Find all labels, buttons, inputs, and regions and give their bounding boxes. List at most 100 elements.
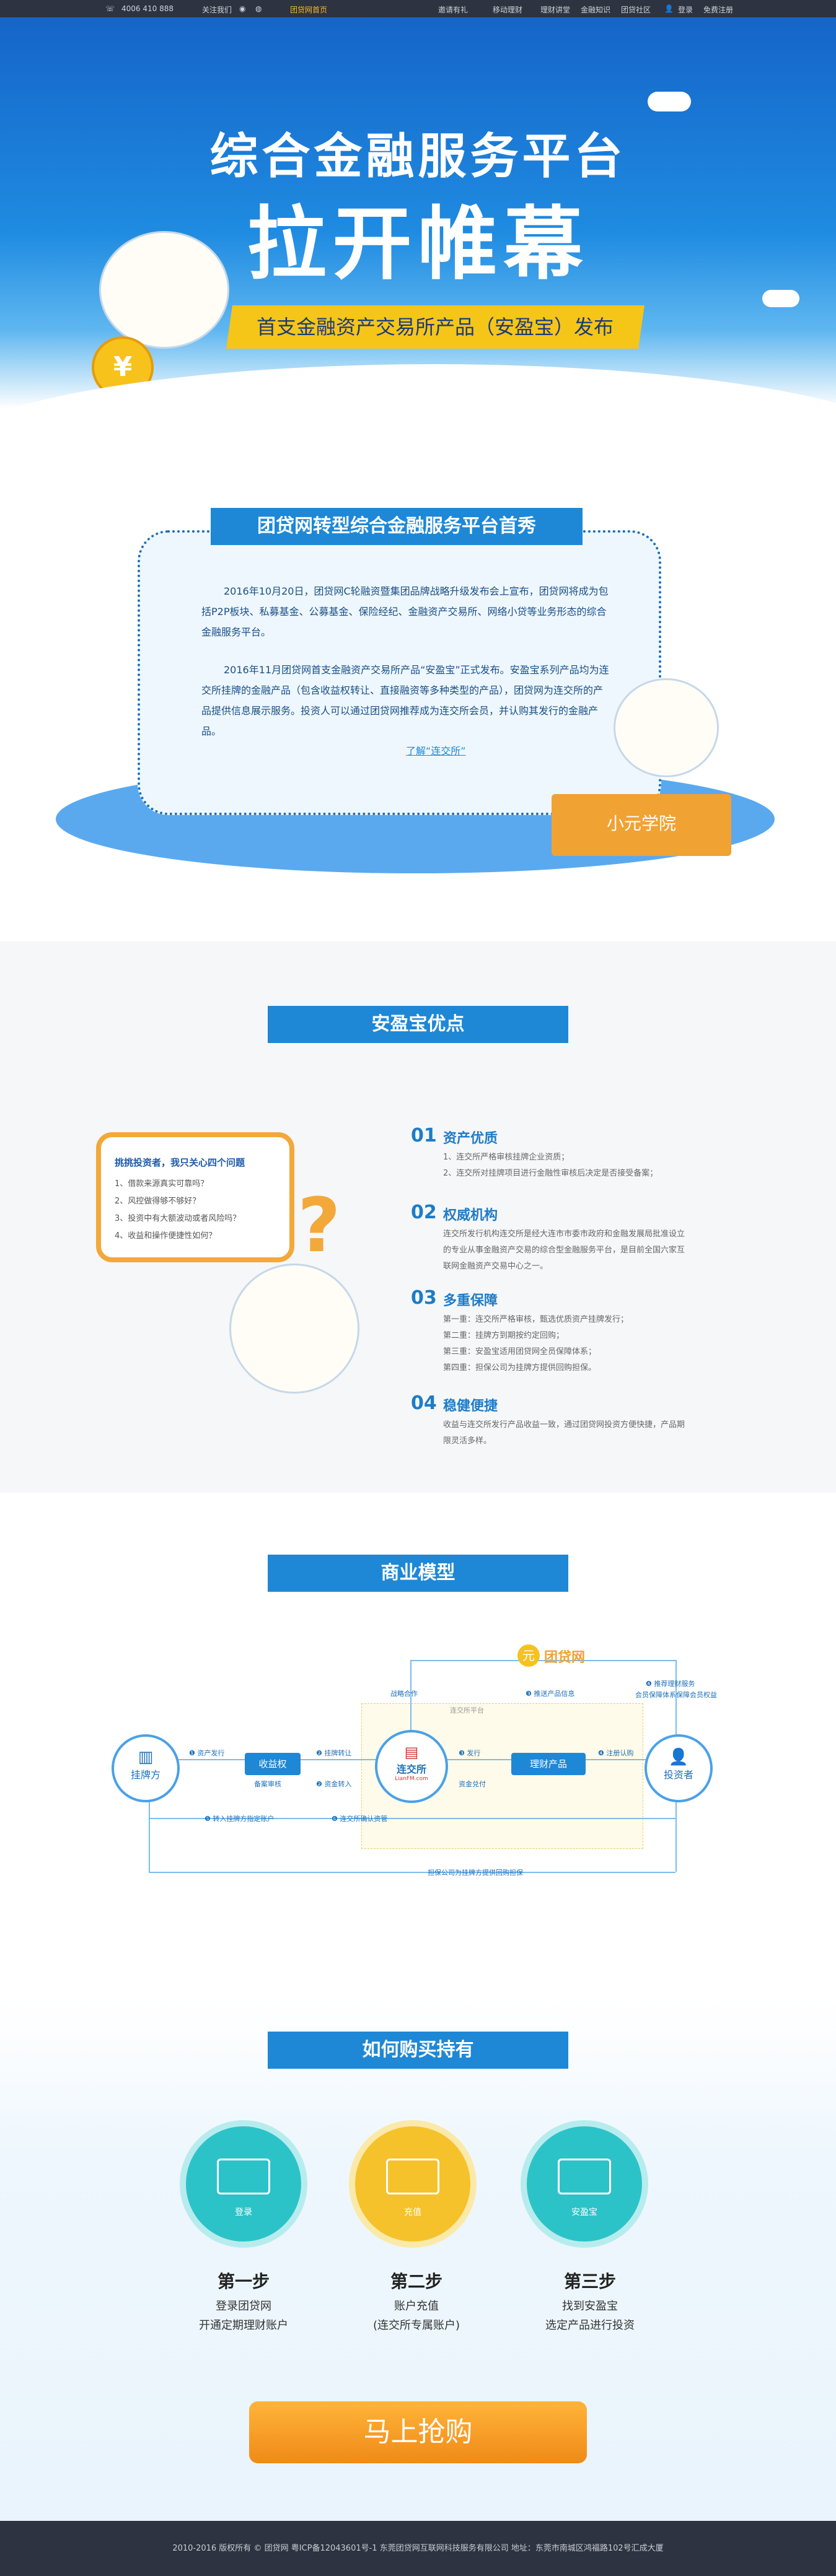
weibo-icon[interactable]: ◉ [239,4,245,13]
step-2-desc: (连交所专属账户) [372,2319,460,2332]
search-icon [558,2159,611,2194]
buy-now-button[interactable]: 马上抢购 [249,2401,587,2463]
step-3-icon-label: 安盈宝 [571,2207,597,2217]
step-3-title: 第三步 [563,2271,616,2292]
advantage-line: 第三重：安盈宝适用团贷网全员保障体系； [443,1347,597,1356]
advantage-title: 稳健便捷 [443,1399,498,1414]
listing-party-label: 挂牌方 [130,1769,161,1781]
advantages-title: 安盈宝优点 [249,1006,587,1044]
advantage-line: 的专业从事金融资产交易的综合型金融服务平台，是目前全国六家互 [443,1246,685,1255]
bubble-item: 4、收益和操作便捷性如何？ [115,1231,217,1241]
intro-section: 团贷网转型综合金融服务平台首秀 2016年10月20日，团贷网C轮融资暨集团品牌… [0,409,836,941]
investor-label: 投资者 [663,1769,693,1781]
intro-title: 团贷网转型综合金融服务平台首秀 [192,508,601,546]
advantage-number: 01 [411,1125,437,1146]
investor-node: 👤 投资者 [645,1734,713,1802]
listing-party-node: ▥ 挂牌方 [112,1734,180,1802]
bubble-item: 3、投资中有大额波动或者风险吗？ [115,1214,241,1223]
cat-thinking-icon [229,1264,359,1394]
brand-link[interactable]: 团贷网首页 [290,4,327,15]
step-1-icon-label: 登录 [235,2207,252,2217]
bubble-title: 挑挑投资者，我只关心四个问题 [115,1157,245,1168]
flow-label: 战略合作 [390,1690,418,1698]
footer: 2010-2016 版权所有 © 团贷网 粤ICP备12043601号-1 东莞… [0,2521,836,2576]
step-3-desc: 选定产品进行投资 [545,2319,635,2332]
flow-label: ❹ 推荐理财服务 [646,1680,695,1688]
exchange-label: 连交所 [396,1763,426,1775]
cloud-icon [648,92,691,111]
advantage-line: 第二重：挂牌方到期按约定回购； [443,1331,565,1340]
flow-label: 备案审核 [254,1780,281,1788]
hero-title: 综合金融服务平台 [209,129,627,185]
flow-label: 会员保障体系保障会员权益 [635,1691,717,1699]
investor-icon: 👤 [668,1748,689,1766]
step-2-desc: 账户充值 [394,2300,439,2313]
academy-desk: 小元学院 [552,794,731,856]
nav-link-community[interactable]: 团贷社区 [621,4,651,15]
hero-banner: 综合金融服务平台 拉开帷幕 首支金融资产交易所产品（安盈宝）发布 ¥ ¥ [0,17,836,409]
flow-label: ❷ 资金转入 [316,1780,352,1788]
collect-node: 收益权 [245,1753,301,1775]
nav-link-invite[interactable]: 邀请有礼 [438,4,468,15]
hero-ribbon-text: 首支金融资产交易所产品（安盈宝）发布 [257,315,614,339]
advantages-section: 安盈宝优点 挑挑投资者，我只关心四个问题 1、借款来源真实可靠吗？ 2、风控做得… [0,941,836,1493]
business-model-section: 商业模型 连交所平台 元 团贷网 ▥ 挂牌方 收益权 ▤ 连交所 LianFM.… [0,1493,836,2001]
login-link[interactable]: 登录 [678,4,693,15]
bubble-item: 1、借款来源真实可靠吗？ [115,1179,209,1189]
tuandai-logo: 团贷网 [544,1650,586,1666]
advantage-number: 02 [411,1202,437,1223]
step-2-icon-label: 充值 [404,2207,421,2217]
advantage-line: 第四重：担保公司为挂牌方提供回购担保。 [443,1363,597,1373]
phone-icon: ☏ [105,4,115,13]
flow-label: 担保公司为挂牌方提供回购担保 [428,1869,523,1877]
flow-label: ❷ 挂牌转让 [316,1749,352,1757]
nav-link-knowledge[interactable]: 金融知识 [581,4,610,15]
platform-frame-label: 连交所平台 [450,1706,484,1714]
advantage-line: 连交所发行机构连交所是经大连市市委市政府和金融发展局批准设立 [443,1229,685,1239]
wechat-icon[interactable]: ◍ [255,4,262,13]
advantage-line: 收益与连交所发行产品收益一致，通过团贷网投资方便快捷，产品期 [443,1420,685,1430]
flow-label: ❹ 注册认购 [598,1749,634,1757]
advantage-line: 限灵活多样。 [443,1436,492,1446]
advantage-line: 2、连交所对挂牌项目进行金融性审核后决定是否接受备案； [443,1169,658,1178]
step-1-desc: 登录团贷网 [216,2300,271,2313]
bubble-item: 2、风控做得够不够好？ [115,1197,201,1206]
nav-link-mobile[interactable]: 移动理财 [493,4,522,15]
flow-label: ❻ 连交所确认资管 [332,1815,388,1823]
flow-label: ❺ 转入挂牌方指定账户 [205,1815,275,1823]
step-1-title: 第一步 [217,2271,270,2292]
flow-label: ❶ 资产发行 [189,1749,225,1757]
cat-teacher-icon [614,678,719,777]
advantage-title: 资产优质 [443,1131,498,1146]
follow-label: 关注我们 [202,6,232,14]
exchange-node: ▤ 连交所 LianFM.com [375,1730,448,1803]
logo-coin-icon: 元 [517,1644,540,1667]
flow-label: 资金兑付 [459,1780,486,1788]
top-bar: ☏ 4006 410 888 关注我们 ◉ ◍ 团贷网首页 邀请有礼 移动理财 … [0,0,836,17]
flow-label: ❸ 推送产品信息 [526,1690,575,1698]
nav-link-class[interactable]: 理财讲堂 [540,4,570,15]
advantage-line: 1、连交所严格审核挂牌企业资质； [443,1153,570,1162]
register-link[interactable]: 免费注册 [703,4,733,15]
exchange-info-link[interactable]: 了解“连交所” [406,741,466,761]
advantage-line: 联网金融资产交易中心之一。 [443,1262,548,1271]
phone-number: 4006 410 888 [121,4,174,13]
question-mark-icon: ? [297,1183,341,1269]
user-icon: 👤 [664,4,674,13]
flow-line [410,1660,411,1740]
step-3-desc: 找到安盈宝 [562,2300,618,2313]
flow-line [410,1660,677,1661]
intro-paragraph-2: 2016年11月团贷网首支金融资产交易所产品“安盈宝”正式发布。安盈宝系列产品均… [201,664,609,737]
step-1-desc: 开通定期理财账户 [199,2319,288,2332]
advantage-number: 04 [411,1392,437,1414]
step-1-circle: 登录 [180,2120,307,2248]
flag-icon: ▤ [404,1744,419,1761]
step-3-circle: 安盈宝 [521,2120,648,2248]
model-title: 商业模型 [249,1555,587,1593]
exchange-sub-label: LianFM.com [395,1776,428,1782]
product-node: 理财产品 [511,1753,586,1775]
flow-label: ❸ 发行 [459,1749,481,1757]
question-bubble: 挑挑投资者，我只关心四个问题 1、借款来源真实可靠吗？ 2、风控做得够不够好？ … [96,1132,294,1262]
cat-mascot-icon [99,231,229,349]
step-2-circle: 充值 [349,2120,477,2248]
